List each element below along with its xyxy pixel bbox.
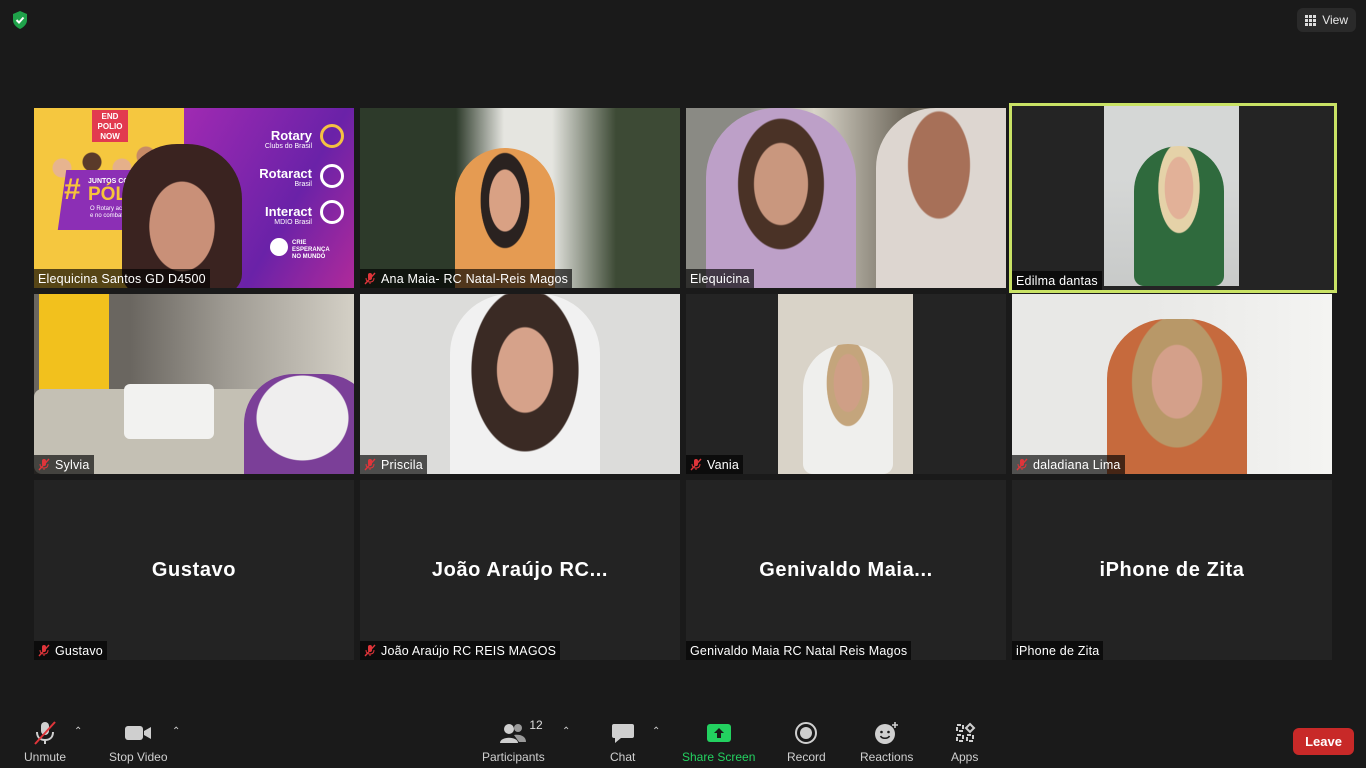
participant-name: Gustavo (55, 643, 103, 658)
participant-name: Vania (707, 457, 740, 472)
participant-name: Priscila (381, 457, 423, 472)
participants-count: 12 (529, 718, 543, 732)
muted-mic-icon (1016, 458, 1028, 471)
participant-nameplate: Genivaldo Maia RC Natal Reis Magos (686, 641, 912, 660)
participant-video (686, 108, 1006, 288)
video-options-chevron-icon[interactable]: ⌃ (172, 726, 180, 737)
record-button[interactable]: Record (787, 720, 826, 764)
chat-options-chevron-icon[interactable]: ⌃ (652, 726, 660, 737)
audio-options-chevron-icon[interactable]: ⌃ (74, 726, 82, 737)
participant-nameplate: Priscila (360, 455, 427, 474)
participants-button[interactable]: 12 Participants (482, 718, 545, 764)
video-tile-off[interactable]: Genivaldo Maia... Genivaldo Maia RC Nata… (686, 480, 1006, 660)
participant-name: Edilma dantas (1016, 273, 1098, 288)
unmute-button[interactable]: Unmute (24, 720, 66, 764)
participant-video (360, 294, 680, 474)
participant-nameplate: iPhone de Zita (1012, 641, 1104, 660)
muted-mic-icon (364, 272, 376, 285)
reactions-button[interactable]: Reactions (860, 720, 913, 764)
apps-icon (954, 720, 976, 746)
rotaract-wheel-icon (320, 164, 344, 188)
participant-display-name: Genivaldo Maia... (759, 558, 933, 581)
chat-button[interactable]: Chat (610, 720, 635, 764)
chat-bubble-icon (611, 720, 635, 746)
record-icon (794, 720, 818, 746)
end-polio-logo: END POLIO NOW (92, 110, 128, 142)
participant-video (34, 294, 354, 474)
reactions-smiley-icon (874, 720, 900, 746)
video-tile[interactable]: Elequicina (686, 108, 1006, 288)
participant-display-name: Gustavo (151, 558, 237, 581)
grid-icon (1305, 14, 1317, 26)
interact-label: Interact MDIO Brasil (265, 204, 312, 226)
participant-name: daladiana Lima (1033, 457, 1121, 472)
video-tile[interactable]: Vania (686, 294, 1006, 474)
participant-nameplate: Sylvia (34, 455, 94, 474)
video-tile-off[interactable]: iPhone de Zita iPhone de Zita (1012, 480, 1332, 660)
video-tile[interactable]: daladiana Lima (1012, 294, 1332, 474)
video-tile[interactable]: Priscila (360, 294, 680, 474)
poster-hashtag: # (64, 173, 81, 206)
apps-button[interactable]: Apps (951, 720, 978, 764)
view-label: View (1322, 13, 1348, 27)
stop-video-button[interactable]: Stop Video (109, 720, 168, 764)
video-tile-off[interactable]: Gustavo Gustavo (34, 480, 354, 660)
video-tile[interactable]: END POLIO NOW # JUNTOS CONTRA PÓLIO O Ro… (34, 108, 354, 288)
video-tile-active-speaker[interactable]: Edilma dantas (1009, 103, 1337, 293)
muted-mic-icon (364, 458, 376, 471)
participant-name: iPhone de Zita (1016, 643, 1100, 658)
participant-nameplate: Elequicina (686, 269, 754, 288)
participants-icon: 12 (499, 718, 543, 746)
participant-nameplate: Ana Maia- RC Natal-Reis Magos (360, 269, 573, 288)
muted-mic-icon (38, 644, 50, 657)
leave-button[interactable]: Leave (1293, 728, 1354, 755)
interact-wheel-icon (320, 200, 344, 224)
participant-video: END POLIO NOW # JUNTOS CONTRA PÓLIO O Ro… (34, 108, 354, 288)
participant-name: João Araújo RC REIS MAGOS (381, 643, 557, 658)
participant-nameplate: Gustavo (34, 641, 107, 660)
participant-nameplate: Edilma dantas (1012, 271, 1102, 290)
muted-mic-icon (38, 458, 50, 471)
participant-nameplate: Vania (686, 455, 744, 474)
security-shield-icon[interactable] (10, 10, 30, 30)
view-button[interactable]: View (1297, 8, 1356, 32)
share-screen-icon (706, 720, 732, 746)
rotaract-label: Rotaract Brasil (259, 166, 312, 188)
participant-name: Sylvia (55, 457, 90, 472)
participant-name: Elequicina (690, 271, 750, 286)
participant-video (360, 108, 680, 288)
participant-video (686, 294, 1006, 474)
participant-name: Elequicina Santos GD D4500 (38, 271, 206, 286)
participant-display-name: João Araújo RC... (431, 558, 609, 581)
meeting-toolbar: Unmute ⌃ Stop Video ⌃ 12 Participants ⌃ … (0, 708, 1366, 768)
video-tile[interactable]: Sylvia (34, 294, 354, 474)
participant-nameplate: Elequicina Santos GD D4500 (34, 269, 210, 288)
video-tile[interactable]: Ana Maia- RC Natal-Reis Magos (360, 108, 680, 288)
participant-name: Genivaldo Maia RC Natal Reis Magos (690, 643, 908, 658)
participant-video (1012, 106, 1334, 290)
muted-mic-icon (690, 458, 702, 471)
muted-mic-icon (364, 644, 376, 657)
participant-name: Ana Maia- RC Natal-Reis Magos (381, 271, 569, 286)
participant-display-name: iPhone de Zita (1099, 558, 1245, 581)
video-tile-off[interactable]: João Araújo RC... João Araújo RC REIS MA… (360, 480, 680, 660)
rotary-label: Rotary Clubs do Brasil (264, 128, 312, 150)
participant-face (122, 144, 242, 288)
participants-options-chevron-icon[interactable]: ⌃ (562, 726, 570, 737)
mic-muted-icon (32, 720, 58, 746)
video-camera-icon (124, 720, 152, 746)
share-screen-button[interactable]: Share Screen (682, 720, 755, 764)
poster-slogan-icon (270, 238, 288, 256)
participant-nameplate: João Araújo RC REIS MAGOS (360, 641, 561, 660)
participant-nameplate: daladiana Lima (1012, 455, 1125, 474)
rotary-wheel-icon (320, 124, 344, 148)
participant-video (1012, 294, 1332, 474)
